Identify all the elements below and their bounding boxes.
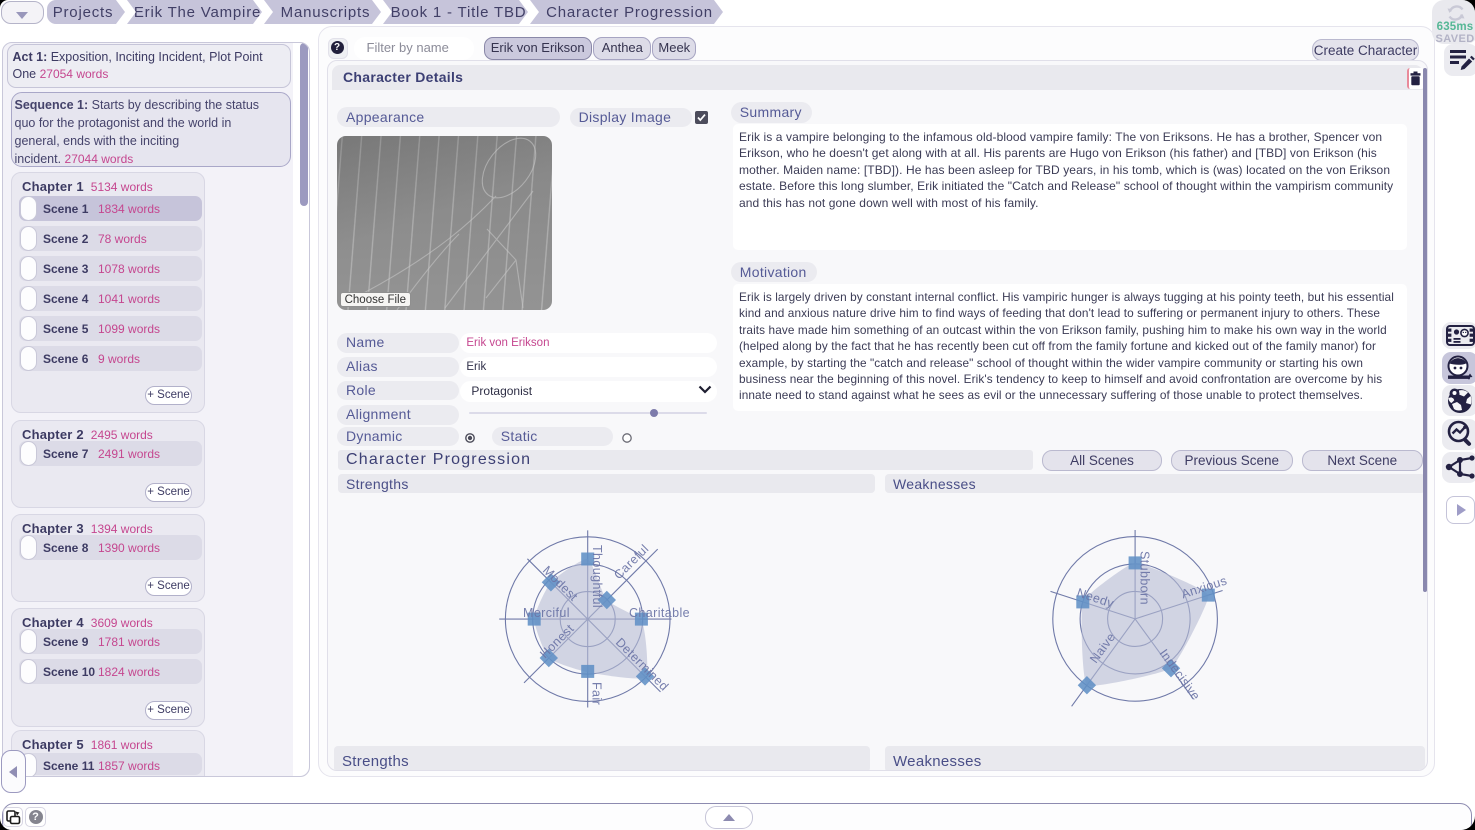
svg-text:Thoughtful: Thoughtful bbox=[590, 545, 604, 608]
svg-text:Charitable: Charitable bbox=[629, 606, 690, 620]
svg-text:Merciful: Merciful bbox=[523, 606, 570, 620]
svg-text:Fair: Fair bbox=[590, 682, 604, 705]
svg-text:Stubborn: Stubborn bbox=[1138, 551, 1152, 605]
